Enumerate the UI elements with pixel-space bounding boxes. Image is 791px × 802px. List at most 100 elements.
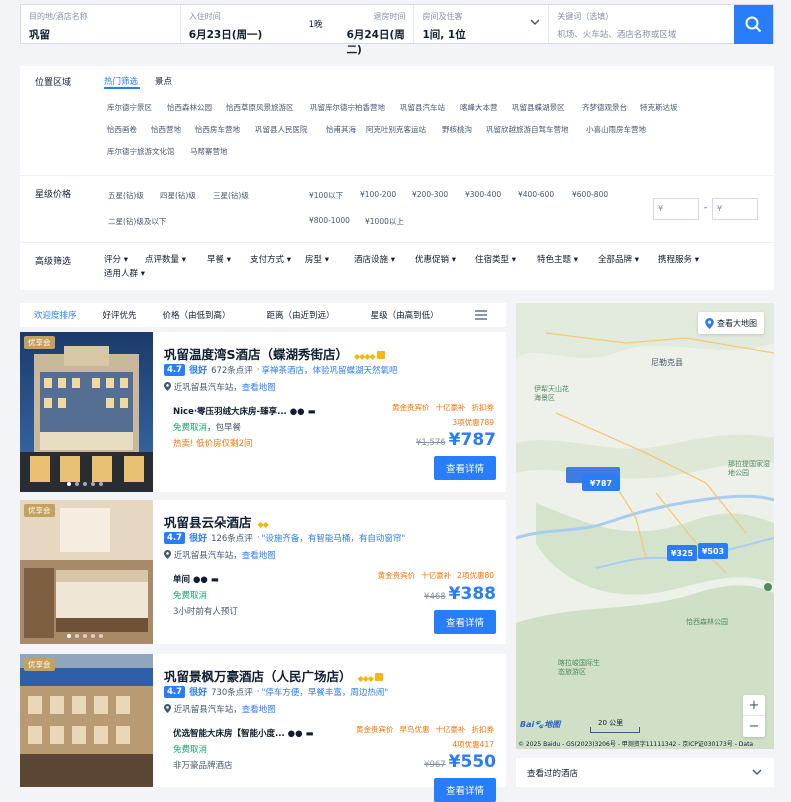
price-min-input[interactable]: ¥ xyxy=(653,198,699,220)
keyword-field[interactable]: 关键词（选填） 机场、火车站、酒店名称或区域 xyxy=(549,5,734,43)
viewed-hotels-panel[interactable]: 查看过的酒店 xyxy=(516,758,774,787)
hotel-photo[interactable]: 优享会 xyxy=(20,500,153,644)
checkin-label: 入住时间 xyxy=(188,12,221,21)
price-tag[interactable]: ¥800-1000 xyxy=(309,216,350,225)
view-details-button[interactable]: 查看详情 xyxy=(434,778,496,802)
location-tag[interactable]: 恰西房车营地 xyxy=(195,124,240,135)
location-tag[interactable]: 喀峰大本营 xyxy=(460,102,498,113)
location-tag[interactable]: 巩留欣越旅游自驾车营地 xyxy=(486,124,569,135)
free-cancel: 免费取消，包早餐 xyxy=(173,423,242,433)
hotel-name[interactable]: 巩留县云朵酒店 ◆◆ xyxy=(164,512,269,531)
location-tag[interactable]: 恰西草原风景旅游区 xyxy=(226,102,294,113)
guests-field[interactable]: 房间及住客 1间, 1位 xyxy=(414,5,550,43)
checkout-field[interactable]: 退房时间 6月24日(周二) xyxy=(339,5,415,56)
location-tag[interactable]: 小喜山雨房车营地 xyxy=(586,124,646,135)
price-tag[interactable]: ¥200-300 xyxy=(412,190,448,199)
location-tag[interactable]: 马帮寨营地 xyxy=(190,146,228,157)
price-tag[interactable]: ¥1000以上 xyxy=(365,216,404,227)
sort-distance[interactable]: 距离（由近到远） xyxy=(267,309,335,321)
location-tag[interactable]: 恰西森林公园 xyxy=(167,102,212,113)
view-details-button[interactable]: 查看详情 xyxy=(434,456,496,480)
sort-price-asc[interactable]: 价格（由低到高） xyxy=(163,309,231,321)
location-tag[interactable]: 恰西营地 xyxy=(151,124,181,135)
member-badge: 优享会 xyxy=(24,504,55,517)
price-tag[interactable]: ¥100-200 xyxy=(360,190,396,199)
hotel-photo[interactable]: 优享会 xyxy=(20,654,153,787)
star-tag[interactable]: 四星(钻)级 xyxy=(160,190,196,201)
advanced-filter-dropdown[interactable]: 评分 ▾ xyxy=(104,253,128,265)
advanced-filter-dropdown[interactable]: 酒店设施 ▾ xyxy=(354,253,395,265)
filter-divider xyxy=(20,175,774,176)
zoom-out-button[interactable]: − xyxy=(743,716,765,736)
hotel-card[interactable]: 优享会 巩留温度湾S酒店（蝶湖秀街店） ◆◆◆◆ 4.7 很好 672条点评 · … xyxy=(20,332,506,492)
location-tag[interactable]: 野核桃沟 xyxy=(442,124,472,135)
current-price: ¥787 xyxy=(448,430,496,450)
review-count[interactable]: 730条点评 xyxy=(211,686,253,698)
sort-star[interactable]: 星级（由高到低） xyxy=(371,309,439,321)
review-count[interactable]: 126条点评 xyxy=(211,532,253,544)
advanced-filter-dropdown[interactable]: 支付方式 ▾ xyxy=(250,253,291,265)
photo-pager[interactable] xyxy=(67,482,103,486)
hotel-photo[interactable]: 优享会 xyxy=(20,332,153,492)
price-tag[interactable]: ¥600-800 xyxy=(572,190,608,199)
menu-icon[interactable] xyxy=(474,310,487,320)
location-tag[interactable]: 巩留县蝶湖景区 xyxy=(512,102,565,113)
checkin-field[interactable]: 入住时间 6月23日(周一) xyxy=(181,5,309,43)
guests-icon: ●● xyxy=(289,407,305,417)
location-tag[interactable]: 恰西画卷 xyxy=(107,124,137,135)
advanced-filter-dropdown[interactable]: 特色主题 ▾ xyxy=(537,253,578,265)
hotel-card[interactable]: 优享会 巩留县云朵酒店 ◆◆ 4.7 很好 126条点评 · "设施齐备，有智能马… xyxy=(20,500,506,644)
map-price-marker[interactable]: ¥787 xyxy=(582,475,620,491)
advanced-filter-dropdown[interactable]: 点评数量 ▾ xyxy=(145,253,186,265)
location-tag[interactable]: 巩留县人民医院 xyxy=(255,124,308,135)
hotel-card[interactable]: 优享会 巩留景枫万豪酒店（人民广场店） ◆◆◆ 4.7 很好 730条点评 · "… xyxy=(20,654,506,802)
star-tag[interactable]: 二星(钻)级及以下 xyxy=(108,216,166,227)
search-button[interactable] xyxy=(734,5,773,44)
location-tag[interactable]: 巩留县汽车站 xyxy=(400,102,445,113)
location-tag[interactable]: 恰甫其海 xyxy=(326,124,356,135)
filter-panel: 位置区域 热门筛选 景点 库尔德宁景区 恰西森林公园 恰西草原风景旅游区 巩留库尔德宁… xyxy=(20,66,774,290)
hotel-name[interactable]: 巩留温度湾S酒店（蝶湖秀街店） ◆◆◆◆ xyxy=(164,344,385,363)
advanced-filter-dropdown[interactable]: 住宿类型 ▾ xyxy=(475,253,516,265)
advanced-filter-dropdown[interactable]: 携程服务 ▾ xyxy=(658,253,699,265)
zoom-in-button[interactable]: + xyxy=(743,695,765,716)
location-tag[interactable]: 特克斯达坂 xyxy=(640,102,678,113)
advanced-filter-dropdown[interactable]: 早餐 ▾ xyxy=(207,253,231,265)
price-tag[interactable]: ¥100以下 xyxy=(309,190,343,201)
view-map-link[interactable]: 查看地图 xyxy=(242,705,276,715)
coupon-text[interactable]: 3项优惠789 xyxy=(452,417,494,428)
location-tag[interactable]: 库尔德宁旅游文化馆 xyxy=(107,146,175,157)
map-price-marker[interactable]: ¥325 xyxy=(667,545,697,561)
map-price-marker[interactable]: ¥503 xyxy=(698,543,728,559)
view-large-map-button[interactable]: 查看大地图 xyxy=(698,312,764,334)
photo-pager[interactable] xyxy=(67,634,103,638)
zoom-controls: + − xyxy=(743,695,765,737)
view-map-link[interactable]: 查看地图 xyxy=(242,383,276,393)
sort-popularity[interactable]: 欢迎度排序 xyxy=(34,309,77,321)
price-max-input[interactable]: ¥ xyxy=(712,198,758,220)
location-tag[interactable]: 库尔德宁景区 xyxy=(107,102,152,113)
advanced-filter-dropdown[interactable]: 全部品牌 ▾ xyxy=(598,253,639,265)
star-tag[interactable]: 五星(钻)级 xyxy=(108,190,144,201)
review-count[interactable]: 672条点评 xyxy=(211,364,253,376)
price-tag[interactable]: ¥300-400 xyxy=(465,190,501,199)
star-tag[interactable]: 三星(钻)级 xyxy=(213,190,249,201)
advanced-filter-dropdown[interactable]: 优惠促销 ▾ xyxy=(415,253,456,265)
destination-field[interactable]: 目的地/酒店名称 巩留 xyxy=(21,5,181,43)
tab-hot-filters[interactable]: 热门筛选 xyxy=(104,75,138,87)
sort-rating[interactable]: 好评优先 xyxy=(103,309,137,321)
coupon-text[interactable]: 4项优惠417 xyxy=(452,739,494,750)
advanced-filter-dropdown[interactable]: 适用人群 ▾ xyxy=(104,267,145,279)
view-map-link[interactable]: 查看地图 xyxy=(242,551,276,561)
price-min-placeholder: ¥ xyxy=(658,204,664,213)
location-tag[interactable]: 阿克吐别克客运站 xyxy=(366,124,426,135)
view-details-button[interactable]: 查看详情 xyxy=(434,610,496,634)
promo-tags: 黄金贵宾价 十亿豪补 折扣券 xyxy=(392,403,494,412)
location-tag[interactable]: 巩留库尔德宁柏香营地 xyxy=(310,102,385,113)
price-tag[interactable]: ¥400-600 xyxy=(518,190,554,199)
advanced-filter-dropdown[interactable]: 房型 ▾ xyxy=(305,253,329,265)
location-tag[interactable]: 齐梦德观景台 xyxy=(582,102,627,113)
tab-attractions[interactable]: 景点 xyxy=(155,75,172,87)
hotel-name[interactable]: 巩留景枫万豪酒店（人民广场店） ◆◆◆ xyxy=(164,666,383,685)
map-panel[interactable]: 查看大地图 尼勒克县 伊犁天山花海景区 那拉提国家湿地公园 恰西森林公园 喀拉峻… xyxy=(516,303,774,749)
